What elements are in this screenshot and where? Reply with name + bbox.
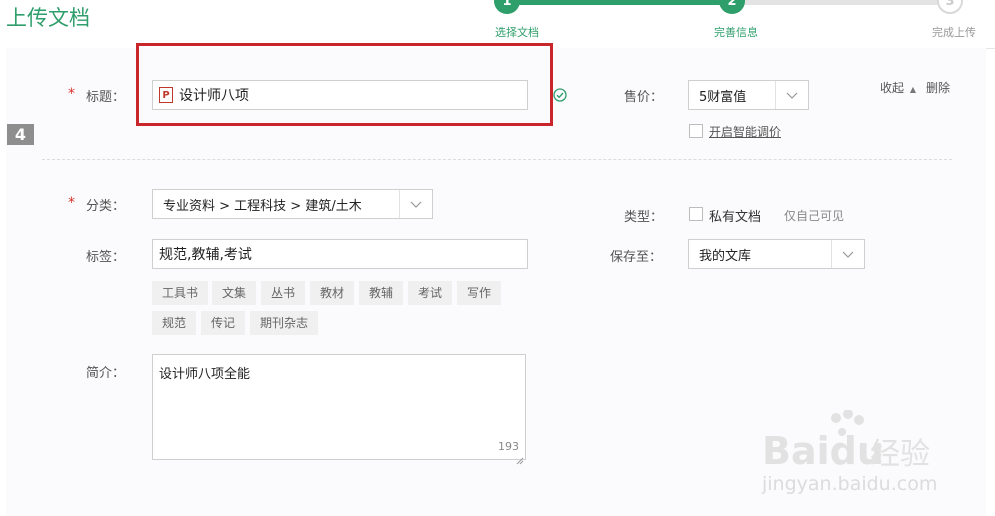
page-title: 上传文档 <box>6 6 90 30</box>
baidu-watermark-logo: Baidu 经验 <box>758 409 938 473</box>
price-select[interactable]: 5财富值 <box>688 80 809 110</box>
svg-text:Baidu: Baidu <box>762 429 884 470</box>
section-divider <box>42 159 952 160</box>
tags-input[interactable]: 规范,教辅,考试 <box>152 239 528 269</box>
tag-chip[interactable]: 考试 <box>408 281 453 305</box>
save-to-select-value: 我的文库 <box>699 248 752 264</box>
type-label: 类型： <box>624 210 664 225</box>
chevron-down-icon <box>831 240 864 268</box>
intro-label: 简介： <box>86 366 126 381</box>
private-doc-hint: 仅自己可见 <box>784 209 845 223</box>
progress-fill <box>510 0 730 5</box>
step-2-circle: 2 <box>719 0 745 14</box>
collapse-label: 收起 <box>880 81 905 95</box>
private-doc-label[interactable]: 私有文档 <box>709 206 761 225</box>
highlight-box <box>136 43 553 126</box>
tag-chip[interactable]: 文集 <box>212 281 257 305</box>
save-to-select[interactable]: 我的文库 <box>688 239 865 269</box>
step-3-circle: 3 <box>937 0 963 14</box>
step-number-badge: 4 <box>7 124 34 145</box>
tag-chip[interactable]: 规范 <box>152 311 197 335</box>
save-to-label: 保存至： <box>610 250 663 265</box>
watermark-url: jingyan.baidu.com <box>762 473 938 495</box>
required-star: * <box>68 195 75 211</box>
check-circle-icon <box>553 87 567 102</box>
smart-price-checkbox[interactable] <box>689 124 703 138</box>
tag-chip[interactable]: 教材 <box>310 281 355 305</box>
tag-chip[interactable]: 丛书 <box>261 281 306 305</box>
chevron-down-icon <box>399 190 432 218</box>
caret-up-icon: ▲ <box>909 85 916 94</box>
tag-chip[interactable]: 写作 <box>457 281 502 305</box>
category-select-value: 专业资料 > 工程科技 > 建筑/土木 <box>163 198 362 214</box>
title-label: 标题： <box>86 90 126 105</box>
intro-textarea-value: 设计师八项全能 <box>159 367 251 382</box>
step-1-circle: 1 <box>494 0 520 14</box>
category-select[interactable]: 专业资料 > 工程科技 > 建筑/土木 <box>152 189 433 219</box>
smart-price-label[interactable]: 开启智能调价 <box>709 123 781 140</box>
resize-handle-icon[interactable] <box>515 450 524 465</box>
collapse-button[interactable]: 收起 ▲ <box>880 79 916 96</box>
price-label: 售价： <box>624 90 664 105</box>
tag-chip[interactable]: 期刊杂志 <box>250 311 319 335</box>
tag-chip[interactable]: 传记 <box>201 311 246 335</box>
chevron-down-icon <box>775 81 808 109</box>
step-3-label: 完成上传 <box>932 26 976 39</box>
tag-chip[interactable]: 教辅 <box>359 281 404 305</box>
svg-text:经验: 经验 <box>870 437 930 470</box>
price-select-value: 5财富值 <box>699 89 747 105</box>
tags-input-value: 规范,教辅,考试 <box>159 247 252 263</box>
step-1-label: 选择文档 <box>495 26 539 39</box>
private-doc-checkbox[interactable] <box>689 207 703 221</box>
intro-textarea[interactable]: 设计师八项全能 <box>152 354 526 460</box>
required-star: * <box>68 86 75 102</box>
category-label: 分类： <box>86 199 126 214</box>
tag-chip[interactable]: 工具书 <box>152 281 209 305</box>
step-2-label: 完善信息 <box>714 26 758 39</box>
tags-label: 标签： <box>86 250 126 265</box>
delete-button[interactable]: 删除 <box>926 79 950 96</box>
